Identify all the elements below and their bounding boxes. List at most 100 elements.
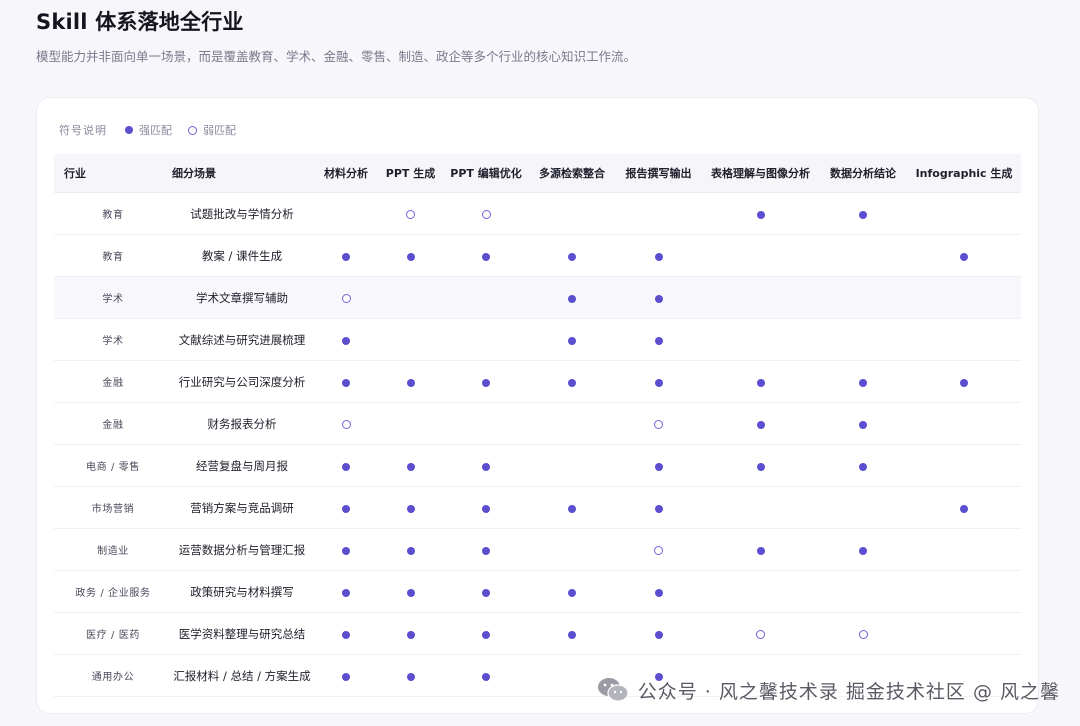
match-cell — [819, 654, 907, 697]
match-cell — [314, 318, 378, 361]
match-cell — [443, 654, 529, 697]
weak-match-dot-icon — [341, 420, 351, 429]
match-cell — [907, 234, 1021, 277]
industry-cell: 金融 — [54, 360, 162, 403]
strong-match-dot-icon — [568, 337, 576, 345]
weak-match-dot-icon — [654, 546, 663, 555]
strong-match-dot-icon — [406, 547, 415, 555]
strong-match-dot-icon — [654, 505, 663, 513]
match-cell — [702, 444, 819, 487]
strong-match-dot-icon — [859, 379, 867, 387]
strong-match-dot-icon — [960, 253, 968, 261]
match-cell — [378, 318, 443, 361]
strong-match-dot-icon — [482, 379, 490, 387]
page-title: Skill 体系落地全行业 — [36, 10, 244, 34]
match-cell — [907, 612, 1021, 655]
strong-match-dot-icon — [568, 379, 576, 387]
match-cell — [907, 528, 1021, 571]
table-row: 金融 行业研究与公司深度分析 — [54, 360, 1021, 403]
weak-match-dot-icon — [406, 210, 415, 219]
weak-match-dot-icon — [654, 420, 663, 429]
match-cell — [702, 318, 819, 361]
match-cell — [819, 444, 907, 487]
match-cell — [529, 486, 615, 529]
strong-match-dot-icon — [654, 379, 663, 387]
industry-cell: 市场营销 — [54, 486, 162, 529]
col-header-infographic: Infographic 生成 — [907, 154, 1021, 193]
match-cell — [907, 570, 1021, 613]
strong-match-dot-icon — [654, 631, 663, 639]
strong-match-dot-icon — [859, 547, 867, 555]
strong-match-dot-icon — [342, 463, 350, 471]
match-cell — [907, 654, 1021, 697]
match-cell — [443, 192, 529, 235]
match-cell — [702, 402, 819, 445]
strong-match-dot-icon — [406, 253, 415, 261]
weak-match-dot-icon — [341, 294, 351, 303]
industry-cell: 金融 — [54, 402, 162, 445]
industry-cell: 医疗 / 医药 — [54, 612, 162, 655]
strong-match-dot-icon — [568, 295, 576, 303]
match-cell — [615, 444, 702, 487]
table-row: 通用办公 汇报材料 / 总结 / 方案生成 — [54, 654, 1021, 697]
filled-dot-icon — [125, 126, 133, 134]
match-cell — [378, 276, 443, 319]
strong-match-dot-icon — [654, 463, 663, 471]
strong-match-dot-icon — [406, 505, 415, 513]
match-cell — [314, 612, 378, 655]
scene-cell: 政策研究与材料撰写 — [162, 570, 314, 613]
table-row: 市场营销 营销方案与竞品调研 — [54, 486, 1021, 529]
match-cell — [378, 360, 443, 403]
match-cell — [378, 612, 443, 655]
match-cell — [819, 528, 907, 571]
strong-match-dot-icon — [342, 631, 350, 639]
strong-match-dot-icon — [756, 547, 765, 555]
matrix-card: 符号说明 强匹配 弱匹配 行业 细分场景 材料分析 PPT 生成 PPT 编辑优… — [36, 97, 1039, 714]
match-cell — [907, 402, 1021, 445]
match-cell — [819, 612, 907, 655]
col-header-material-analysis: 材料分析 — [314, 154, 378, 193]
table-row: 制造业 运营数据分析与管理汇报 — [54, 528, 1021, 571]
match-cell — [443, 318, 529, 361]
match-cell — [314, 528, 378, 571]
strong-match-dot-icon — [568, 505, 576, 513]
match-cell — [314, 486, 378, 529]
match-cell — [702, 192, 819, 235]
match-cell — [615, 360, 702, 403]
legend-strong: 强匹配 — [125, 122, 172, 138]
match-cell — [615, 318, 702, 361]
legend-strong-label: 强匹配 — [139, 124, 172, 137]
match-cell — [702, 654, 819, 697]
table-row: 金融 财务报表分析 — [54, 402, 1021, 445]
scene-cell: 学术文章撰写辅助 — [162, 276, 314, 319]
table-header-row: 行业 细分场景 材料分析 PPT 生成 PPT 编辑优化 多源检索整合 报告撰写… — [54, 154, 1021, 193]
table-row: 政务 / 企业服务 政策研究与材料撰写 — [54, 570, 1021, 613]
strong-match-dot-icon — [342, 589, 350, 597]
strong-match-dot-icon — [482, 505, 490, 513]
col-header-multi-search: 多源检索整合 — [529, 154, 615, 193]
match-cell — [529, 360, 615, 403]
match-cell — [443, 444, 529, 487]
match-cell — [529, 528, 615, 571]
col-header-ppt-edit: PPT 编辑优化 — [443, 154, 529, 193]
strong-match-dot-icon — [756, 463, 765, 471]
strong-match-dot-icon — [654, 337, 663, 345]
table-row: 学术 文献综述与研究进展梳理 — [54, 318, 1021, 361]
table-body: 教育 试题批改与学情分析 教育 教案 / 课件生成 学术 学术文章撰写辅助 学术 文献综述与研… — [54, 192, 1021, 697]
table-row: 医疗 / 医药 医学资料整理与研究总结 — [54, 612, 1021, 655]
strong-match-dot-icon — [406, 631, 415, 639]
match-cell — [702, 612, 819, 655]
match-cell — [702, 276, 819, 319]
strong-match-dot-icon — [482, 673, 490, 681]
strong-match-dot-icon — [406, 673, 415, 681]
strong-match-dot-icon — [342, 547, 350, 555]
match-cell — [615, 570, 702, 613]
scene-cell: 医学资料整理与研究总结 — [162, 612, 314, 655]
match-cell — [615, 276, 702, 319]
industry-cell: 通用办公 — [54, 654, 162, 697]
weak-match-dot-icon — [756, 630, 765, 639]
legend-label: 符号说明 — [59, 124, 107, 137]
match-cell — [615, 486, 702, 529]
scene-cell: 教案 / 课件生成 — [162, 234, 314, 277]
match-cell — [443, 276, 529, 319]
